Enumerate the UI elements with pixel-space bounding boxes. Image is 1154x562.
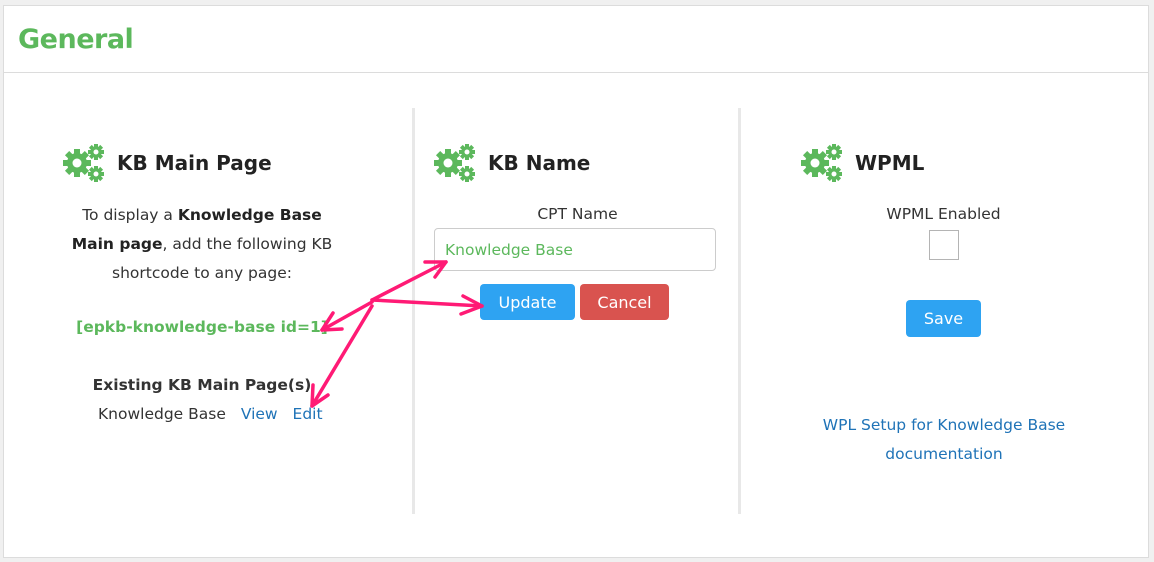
cpt-name-input[interactable] [434,228,716,271]
section-title: KB Name [488,151,591,175]
wpml-heading: WPML [801,143,924,183]
update-button[interactable]: Update [480,284,575,320]
edit-page-link[interactable]: Edit [293,405,323,423]
kb-main-page-description: To display a Knowledge Base Main page, a… [60,201,344,288]
gears-icon [801,144,842,182]
wpml-enabled-checkbox[interactable] [929,230,959,260]
wpml-enabled-label: WPML Enabled [886,205,1001,223]
section-title: WPML [855,151,925,175]
existing-pages-title: Existing KB Main Page(s) [92,376,312,394]
existing-page-row: Knowledge Base View Edit [98,405,323,423]
column-divider [412,108,415,514]
page-title: General [18,24,134,55]
column-divider [738,108,741,514]
kb-shortcode: [epkb-knowledge-base id=1] [76,318,328,336]
panel-header: General [4,6,1148,73]
view-page-link[interactable]: View [241,405,278,423]
gears-icon [63,144,104,182]
existing-page-name: Knowledge Base [98,405,226,423]
cpt-name-label: CPT Name [537,205,618,223]
kb-name-heading: KB Name [434,143,590,183]
section-title: KB Main Page [117,151,272,175]
wpml-documentation-link[interactable]: WPL Setup for Knowledge Base documentati… [812,411,1076,469]
kb-main-page-heading: KB Main Page [63,143,272,183]
gears-icon [434,144,475,182]
cancel-button[interactable]: Cancel [580,284,669,320]
save-button[interactable]: Save [906,300,981,337]
description-text: To display a [82,206,178,224]
